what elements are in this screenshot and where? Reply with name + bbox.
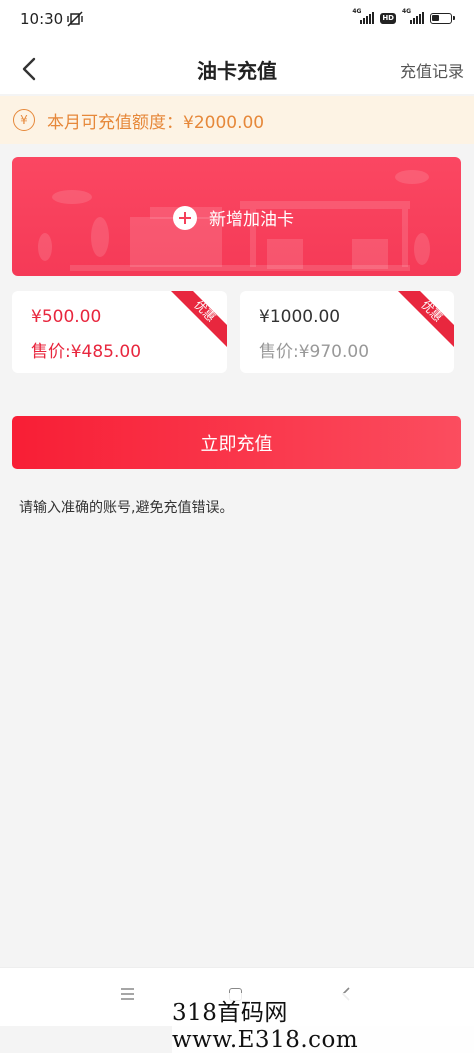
monthly-quota-text: 本月可充值额度：¥2000.00 — [47, 112, 265, 133]
add-fuel-card-button[interactable]: 新增加油卡 — [173, 205, 294, 230]
plus-circle-icon — [173, 205, 197, 230]
menu-icon[interactable] — [120, 988, 135, 1000]
status-time: 10:30 — [20, 10, 64, 28]
option-sale-price: 售价:¥970.00 — [259, 342, 370, 362]
account-tip-text: 请输入准确的账号,避免充值错误。 — [19, 500, 234, 516]
top-nav: 油卡充值 充值记录 — [0, 44, 474, 94]
watermark: 318首码网 www.E318.com — [172, 993, 474, 1053]
option-sale-price: 售价:¥485.00 — [31, 342, 142, 362]
option-face-value: ¥1000.00 — [259, 307, 341, 327]
add-fuel-card-label: 新增加油卡 — [209, 210, 294, 230]
recharge-now-button[interactable]: 立即充值 — [12, 416, 461, 469]
signal-1-icon: 4G — [352, 8, 375, 24]
hd-badge: HD — [380, 12, 396, 24]
discount-ribbon: 优惠 — [171, 291, 227, 347]
battery-icon — [430, 12, 455, 24]
recharge-record-link[interactable]: 充值记录 — [400, 58, 464, 82]
network-type-2: 4G — [402, 8, 412, 15]
status-bar: 10:30 4G HD 4G — [0, 0, 474, 44]
signal-2-icon: 4G — [402, 8, 424, 24]
monthly-quota-bar: ¥ 本月可充值额度：¥2000.00 — [0, 96, 474, 144]
recharge-option-500[interactable]: ¥500.00 售价:¥485.00 优惠 — [12, 291, 227, 373]
vibrate-off-icon — [67, 11, 83, 27]
discount-ribbon: 优惠 — [398, 291, 454, 347]
yen-icon: ¥ — [13, 109, 35, 131]
network-type-1: 4G — [352, 8, 362, 15]
option-face-value: ¥500.00 — [31, 307, 102, 327]
recharge-option-1000[interactable]: ¥1000.00 售价:¥970.00 优惠 — [240, 291, 454, 373]
add-fuel-card-banner[interactable]: 新增加油卡 — [12, 157, 461, 276]
